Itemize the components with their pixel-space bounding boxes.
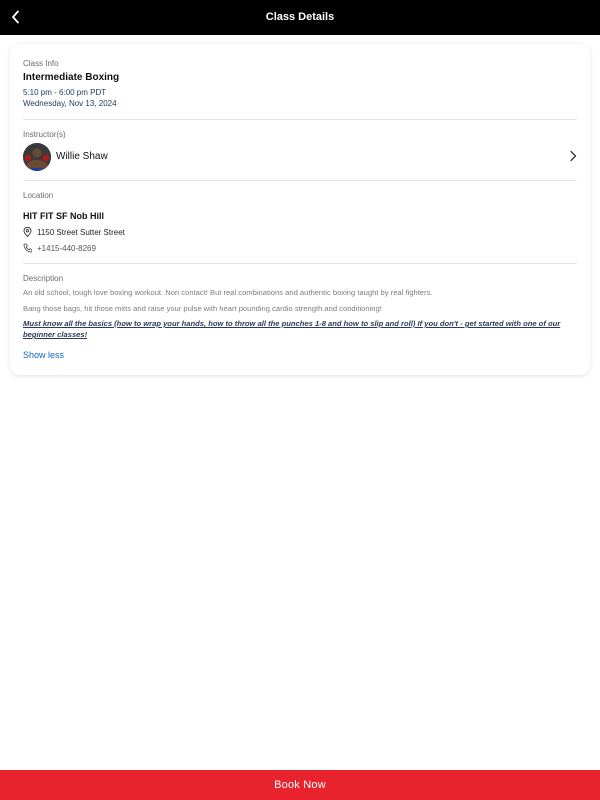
location-phone-row[interactable]: +1415-440-8269 xyxy=(23,243,96,253)
phone-icon xyxy=(23,243,32,253)
description-note: Must know all the basics (how to wrap yo… xyxy=(23,319,561,339)
class-info-label: Class Info xyxy=(23,59,59,68)
instructor-row[interactable]: Willie Shaw xyxy=(23,143,577,171)
class-details-card: Class Info Intermediate Boxing 5:10 pm -… xyxy=(10,44,590,375)
class-date: Wednesday, Nov 13, 2024 xyxy=(23,99,117,108)
top-bar: Class Details xyxy=(0,0,600,35)
location-phone[interactable]: +1415-440-8269 xyxy=(37,244,96,253)
location-label: Location xyxy=(23,191,54,200)
chevron-right-icon xyxy=(569,149,577,167)
page-title: Class Details xyxy=(265,11,335,23)
show-less-link[interactable]: Show less xyxy=(23,350,64,360)
class-time: 5:10 pm - 6:00 pm PDT xyxy=(23,88,107,97)
location-address: 1150 Street Sutter Street xyxy=(37,227,125,237)
instructor-label: Instructor(s) xyxy=(23,130,66,139)
map-pin-icon xyxy=(23,227,32,237)
instructor-name: Willie Shaw xyxy=(56,151,108,162)
description-label: Description xyxy=(23,274,64,283)
description-paragraph: An old school, tough love boxing workout… xyxy=(23,288,433,297)
description-paragraph: Bang those bags, hit those mitts and rai… xyxy=(23,304,382,313)
divider xyxy=(23,119,577,120)
instructor-avatar xyxy=(23,143,51,171)
divider xyxy=(23,263,577,264)
location-address-row: 1150 Street Sutter Street xyxy=(23,227,125,237)
class-name: Intermediate Boxing xyxy=(23,72,120,83)
book-now-button[interactable]: Book Now xyxy=(0,770,600,800)
divider xyxy=(23,180,577,181)
location-name: HIT FIT SF Nob Hill xyxy=(23,211,104,221)
